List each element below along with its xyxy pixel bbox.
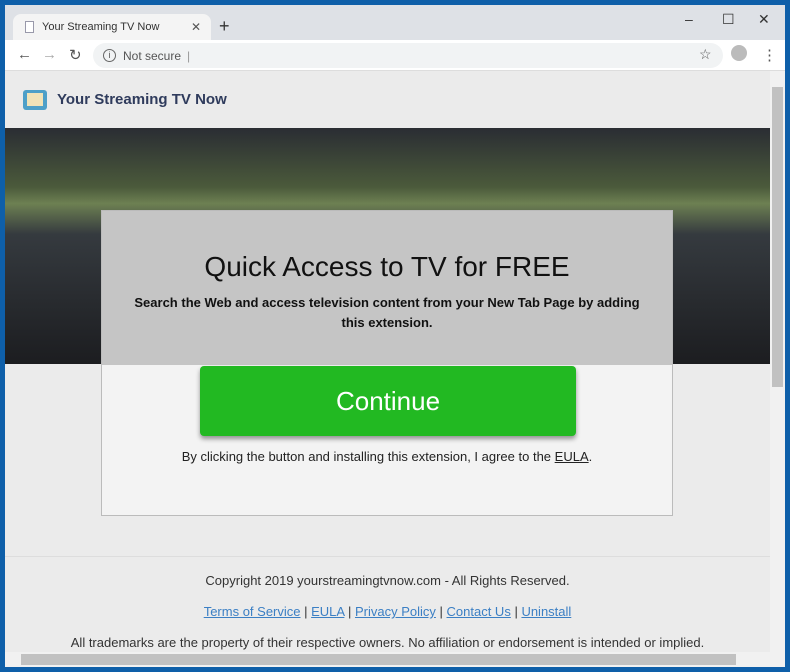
page-icon: [25, 21, 34, 33]
browser-window: Your Streaming TV Now ✕ + – ☐ ✕ ← → ↻ i No…: [5, 5, 785, 667]
star-icon[interactable]: ☆: [699, 46, 712, 63]
forward-icon[interactable]: →: [42, 46, 57, 63]
info-icon: i: [103, 49, 116, 62]
uninstall-link[interactable]: Uninstall: [521, 604, 571, 619]
reload-icon[interactable]: ↻: [69, 46, 82, 64]
security-label: Not secure: [123, 48, 182, 63]
eula-link[interactable]: EULA: [555, 449, 589, 464]
terms-link[interactable]: Terms of Service: [204, 604, 301, 619]
brand-name: Your Streaming TV Now: [57, 91, 227, 108]
offer-title: Quick Access to TV for FREE: [204, 251, 570, 282]
vertical-scrollbar[interactable]: [770, 71, 785, 652]
back-icon[interactable]: ←: [17, 46, 32, 63]
eula-footer-link[interactable]: EULA: [311, 604, 344, 619]
new-tab-button[interactable]: +: [219, 16, 230, 37]
sep: |: [344, 604, 355, 619]
close-tab-icon[interactable]: ✕: [191, 20, 201, 34]
profile-icon[interactable]: [731, 45, 747, 61]
horizontal-scrollbar[interactable]: [5, 652, 785, 667]
minimize-button[interactable]: –: [685, 11, 693, 27]
agreement-text: By clicking the button and installing th…: [102, 449, 672, 464]
address-bar[interactable]: i Not secure |: [93, 43, 723, 68]
footer-links: Terms of Service | EULA | Privacy Policy…: [5, 604, 770, 619]
tab-active[interactable]: Your Streaming TV Now ✕: [13, 14, 211, 40]
menu-icon[interactable]: ⋮: [762, 46, 777, 64]
agree-prefix: By clicking the button and installing th…: [181, 449, 555, 464]
tab-title: Your Streaming TV Now: [42, 21, 160, 33]
sep: |: [510, 604, 522, 619]
offer-box: Quick Access to TV for FREE Search the We…: [101, 210, 673, 516]
page: Your Streaming TV Now Quick Access to TV…: [5, 71, 770, 652]
contact-link[interactable]: Contact Us: [447, 604, 511, 619]
privacy-link[interactable]: Privacy Policy: [355, 604, 436, 619]
close-window-button[interactable]: ✕: [758, 11, 770, 28]
footer: Copyright 2019 yourstreamingtvnow.com - …: [5, 556, 770, 650]
scroll-thumb[interactable]: [772, 87, 783, 387]
tv-logo-icon: [23, 89, 47, 110]
continue-button[interactable]: Continue: [200, 366, 576, 436]
agree-suffix: .: [588, 449, 593, 464]
toolbar: ← → ↻ i Not secure | ☆ ⋮: [5, 40, 785, 71]
sep: |: [300, 604, 312, 619]
disclaimer: All trademarks are the property of their…: [70, 635, 705, 650]
offer-subtitle: Search the Web and access television con…: [134, 295, 640, 330]
scroll-thumb[interactable]: [21, 654, 736, 665]
sep: |: [435, 604, 447, 619]
site-header: Your Streaming TV Now: [5, 71, 770, 128]
copyright: Copyright 2019 yourstreamingtvnow.com - …: [205, 573, 570, 588]
maximize-button[interactable]: ☐: [722, 11, 735, 28]
